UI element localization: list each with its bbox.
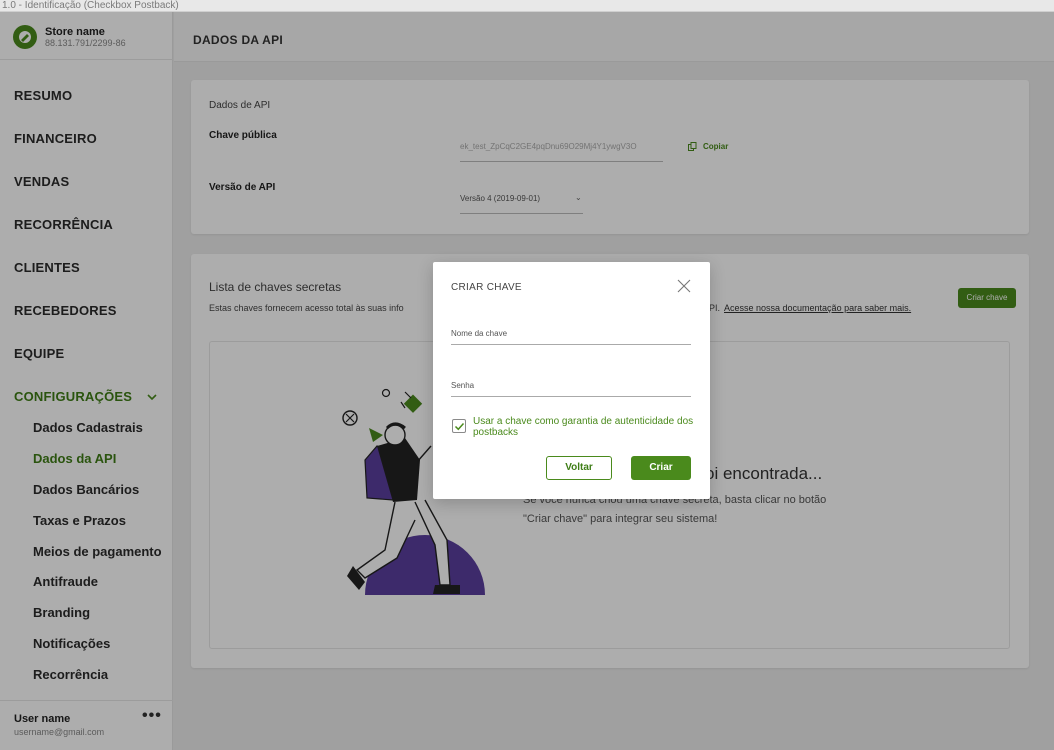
back-button[interactable]: Voltar bbox=[546, 456, 612, 480]
postback-auth-label[interactable]: Usar a chave como garantia de autenticid… bbox=[473, 416, 703, 438]
postback-auth-checkbox[interactable] bbox=[452, 419, 466, 433]
close-icon[interactable] bbox=[676, 278, 692, 294]
modal-title: CRIAR CHAVE bbox=[451, 282, 522, 293]
key-name-input[interactable] bbox=[451, 323, 691, 345]
checkmark-icon bbox=[454, 422, 465, 431]
create-key-modal: CRIAR CHAVE Usar a chave como garantia d… bbox=[433, 262, 710, 499]
window-title: 1.0 - Identificação (Checkbox Postback) bbox=[0, 0, 1054, 12]
password-input[interactable] bbox=[451, 375, 691, 397]
create-button[interactable]: Criar bbox=[631, 456, 691, 480]
